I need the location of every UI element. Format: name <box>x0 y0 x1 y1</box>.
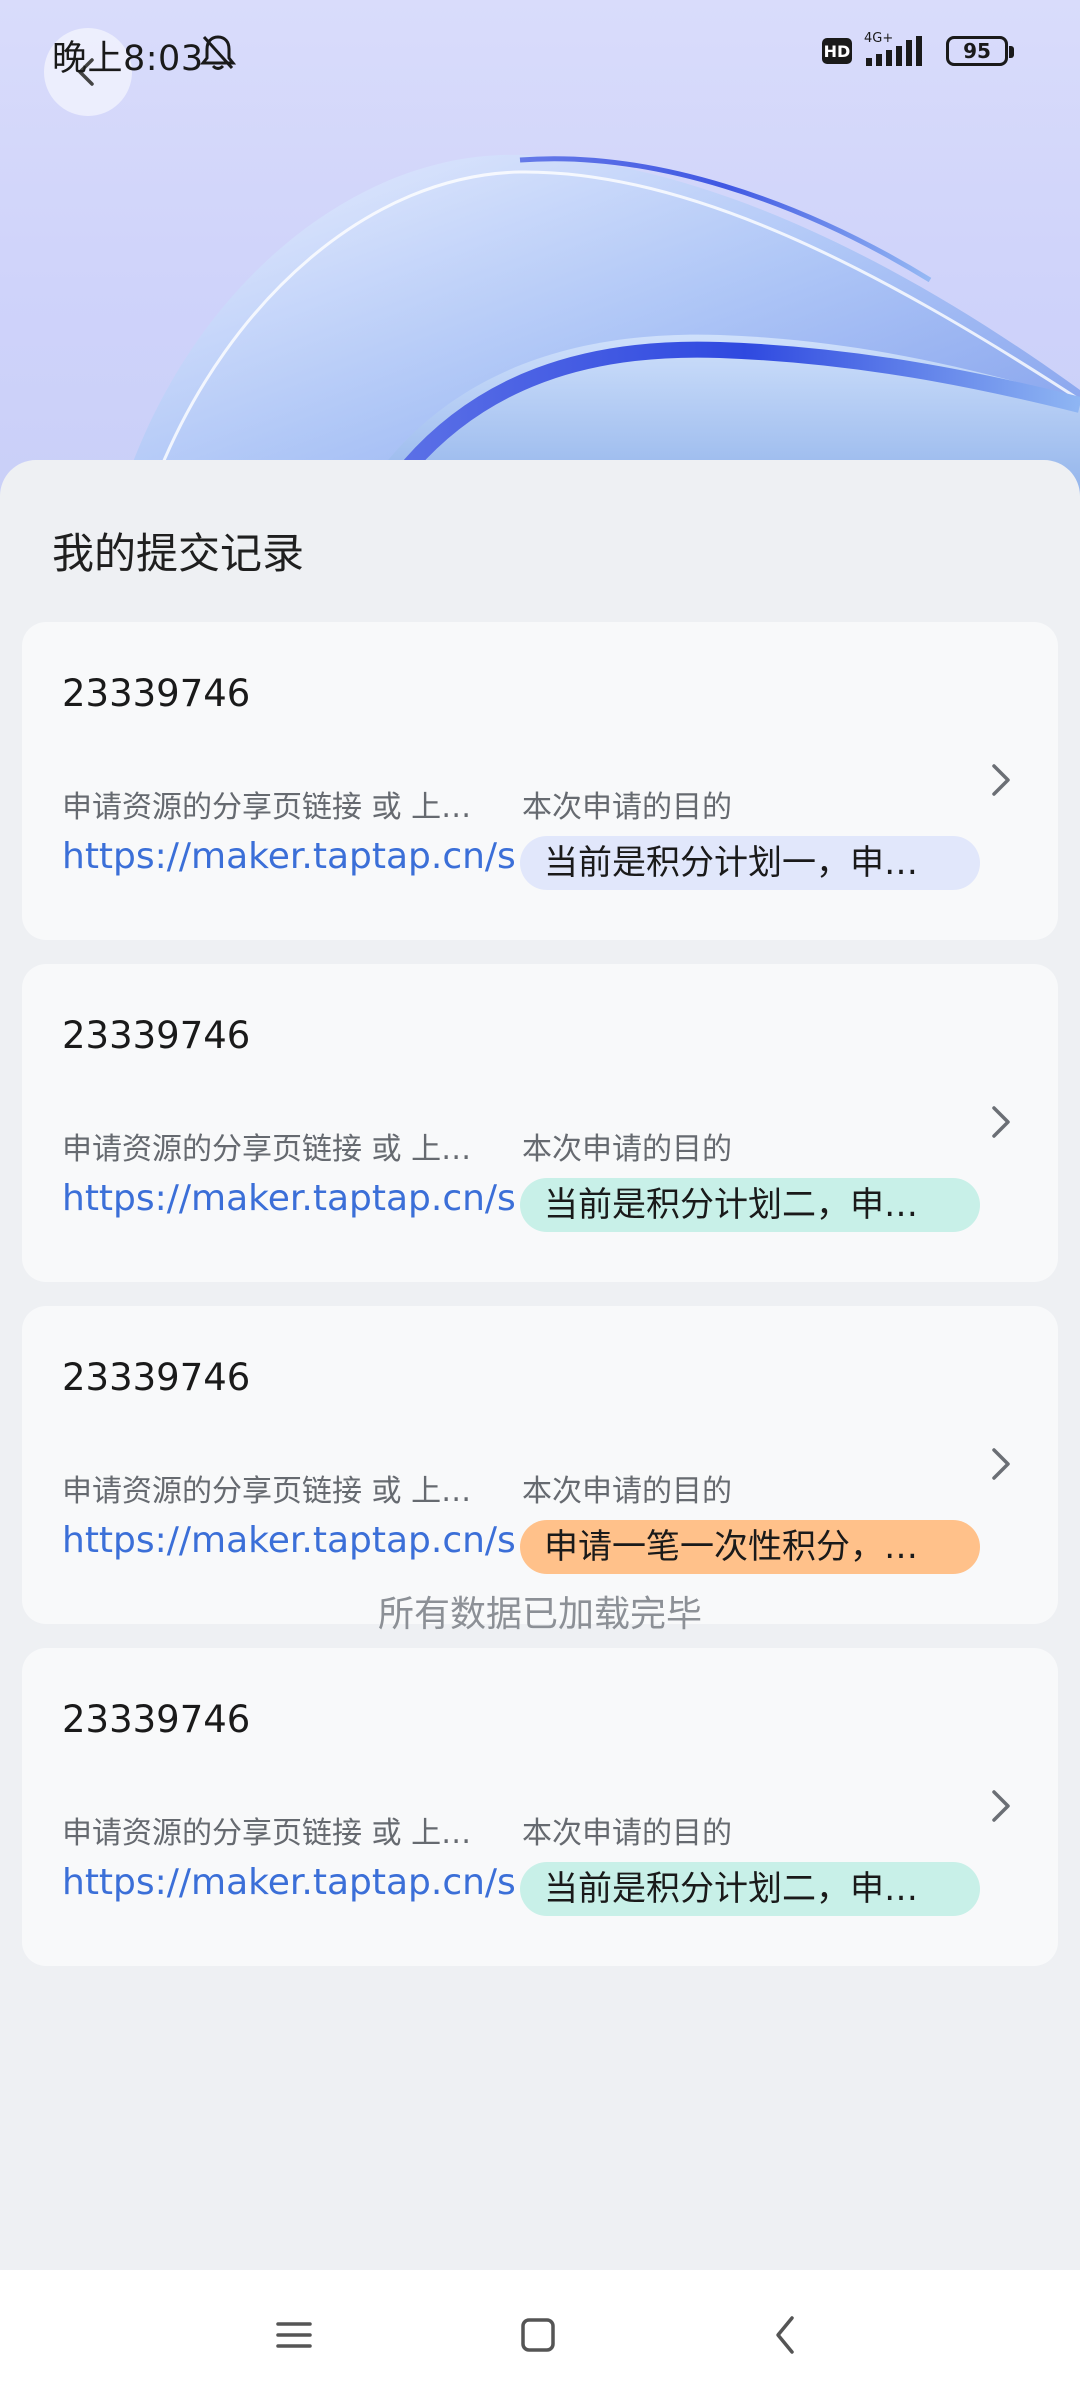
link-value[interactable]: https://maker.taptap.cn/s <box>62 1178 516 1219</box>
link-value[interactable]: https://maker.taptap.cn/s <box>62 836 516 877</box>
purpose-tag: 申请一笔一次性积分，… <box>520 1520 980 1574</box>
bell-off-icon <box>198 32 238 76</box>
home-square-icon[interactable] <box>518 2310 558 2364</box>
menu-icon[interactable] <box>274 2310 314 2364</box>
link-label: 申请资源的分享页链接 或 上… <box>62 790 472 825</box>
record-id: 23339746 <box>62 672 251 715</box>
purpose-tag: 当前是积分计划二，申… <box>520 1178 980 1232</box>
link-value[interactable]: https://maker.taptap.cn/s <box>62 1862 516 1903</box>
link-label: 申请资源的分享页链接 或 上… <box>62 1816 472 1851</box>
record-card[interactable]: 23339746 申请资源的分享页链接 或 上… 本次申请的目的 https:/… <box>22 1306 1058 1624</box>
link-label: 申请资源的分享页链接 或 上… <box>62 1474 472 1509</box>
battery-level: 95 <box>963 39 991 63</box>
battery-icon: 95 <box>946 36 1014 66</box>
status-bar: 晚上8:03 HD 4G+ 95 <box>0 0 1080 104</box>
record-card[interactable]: 23339746 申请资源的分享页链接 或 上… 本次申请的目的 https:/… <box>22 964 1058 1282</box>
purpose-tag: 当前是积分计划一，申… <box>520 836 980 890</box>
system-nav-bar <box>0 2270 1080 2400</box>
records-sheet: 我的提交记录 23339746 申请资源的分享页链接 或 上… 本次申请的目的 … <box>0 460 1080 2270</box>
signal-icon: 4G+ <box>862 30 934 74</box>
record-card[interactable]: 23339746 申请资源的分享页链接 或 上… 本次申请的目的 https:/… <box>22 1648 1058 1966</box>
chevron-right-icon <box>986 1102 1016 1146</box>
chevron-right-icon <box>986 1786 1016 1830</box>
page-title: 我的提交记录 <box>52 529 305 578</box>
purpose-label: 本次申请的目的 <box>522 1816 732 1851</box>
link-label: 申请资源的分享页链接 或 上… <box>62 1132 472 1167</box>
purpose-tag: 当前是积分计划二，申… <box>520 1862 980 1916</box>
status-time: 晚上8:03 <box>52 39 204 79</box>
hd-icon: HD <box>822 38 852 64</box>
network-type-label: 4G+ <box>864 31 893 46</box>
record-id: 23339746 <box>62 1698 251 1741</box>
purpose-label: 本次申请的目的 <box>522 1132 732 1167</box>
link-value[interactable]: https://maker.taptap.cn/s <box>62 1520 516 1561</box>
chevron-right-icon <box>986 760 1016 804</box>
purpose-label: 本次申请的目的 <box>522 790 732 825</box>
list-end-text: 所有数据已加载完毕 <box>377 1594 702 1635</box>
record-id: 23339746 <box>62 1356 251 1399</box>
record-id: 23339746 <box>62 1014 251 1057</box>
record-card[interactable]: 23339746 申请资源的分享页链接 或 上… 本次申请的目的 https:/… <box>22 622 1058 940</box>
purpose-label: 本次申请的目的 <box>522 1474 732 1509</box>
back-triangle-icon[interactable] <box>766 2310 806 2364</box>
chevron-right-icon <box>986 1444 1016 1488</box>
